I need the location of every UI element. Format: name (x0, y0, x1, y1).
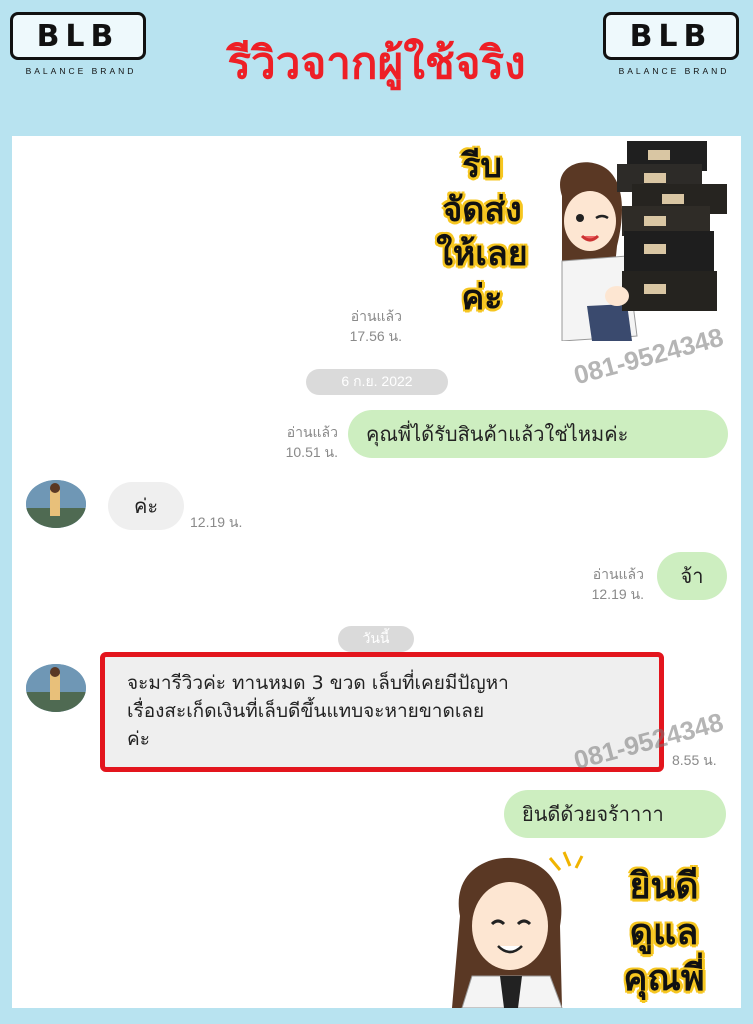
avatar[interactable] (26, 664, 86, 712)
timestamp: 12.19 น. (591, 586, 644, 602)
sticker-line: ค่ะ (461, 278, 503, 318)
logo-mark: BLB (10, 12, 146, 60)
header-banner: BLB BALANCE BRAND รีวิวจากผู้ใช้จริง BLB… (0, 0, 753, 135)
sticker-caption: รีบ จัดส่ง ให้เลย ค่ะ (422, 144, 542, 320)
message-line: ค่ะ (127, 728, 150, 750)
bottom-band (0, 1008, 753, 1024)
page-title: รีวิวจากผู้ใช้จริง (227, 38, 526, 89)
message-line: จะมารีวิวค่ะ ทานหมด 3 ขวด เล็บที่เคยมีปั… (127, 672, 509, 694)
read-receipt: อ่านแล้ว 12.19 น. (552, 564, 644, 604)
read-receipt: อ่านแล้ว 10.51 น. (248, 422, 338, 462)
date-separator: วันนี้ (338, 626, 414, 652)
sticker-delivery: รีบ จัดส่ง ให้เลย ค่ะ (412, 136, 732, 341)
sticker-line: ยินดี (629, 866, 699, 907)
timestamp: 8.55 น. (672, 752, 717, 768)
chat-screenshot: รีบ จัดส่ง ให้เลย ค่ะ อ่านแล้ว 17.56 น. … (12, 136, 741, 1008)
read-label: อ่านแล้ว (286, 424, 338, 440)
timestamp: 12.19 น. (190, 514, 243, 530)
read-label: อ่านแล้ว (592, 566, 644, 582)
brand-logo-right: BLB BALANCE BRAND (603, 12, 745, 80)
message-bubble-outgoing[interactable]: จ้า (657, 552, 727, 600)
sticker-welcome: ยินดี ดูแล คุณพี่ (432, 846, 732, 1008)
sticker-line: จัดส่ง (442, 190, 522, 230)
timestamp: 10.51 น. (285, 444, 338, 460)
read-label: อ่านแล้ว (350, 308, 402, 324)
message-bubble-outgoing[interactable]: คุณพี่ได้รับสินค้าแล้วใช่ไหมค่ะ (348, 410, 728, 458)
sticker-line: คุณพี่ (623, 958, 705, 999)
sticker-line: รีบ (462, 146, 502, 186)
logo-subtitle: BALANCE BRAND (618, 66, 730, 76)
sticker-line: ดูแล (629, 912, 699, 953)
message-bubble-incoming[interactable]: ค่ะ (108, 482, 184, 530)
message-bubble-outgoing[interactable]: ยินดีด้วยจร้าาาา (504, 790, 726, 838)
timestamp: 17.56 น. (349, 328, 402, 344)
sticker-line: ให้เลย (436, 234, 528, 274)
message-line: เรื่องสะเก็ดเงินที่เล็บดีขึ้นแทบจะหายขาด… (127, 700, 485, 722)
logo-subtitle: BALANCE BRAND (25, 66, 137, 76)
avatar[interactable] (26, 480, 86, 528)
read-receipt: อ่านแล้ว 17.56 น. (312, 306, 402, 346)
sticker-caption: ยินดี ดูแล คุณพี่ (600, 864, 728, 1002)
brand-logo-left: BLB BALANCE BRAND (10, 12, 152, 80)
logo-mark: BLB (603, 12, 739, 60)
date-separator: 6 ก.ย. 2022 (306, 369, 448, 395)
